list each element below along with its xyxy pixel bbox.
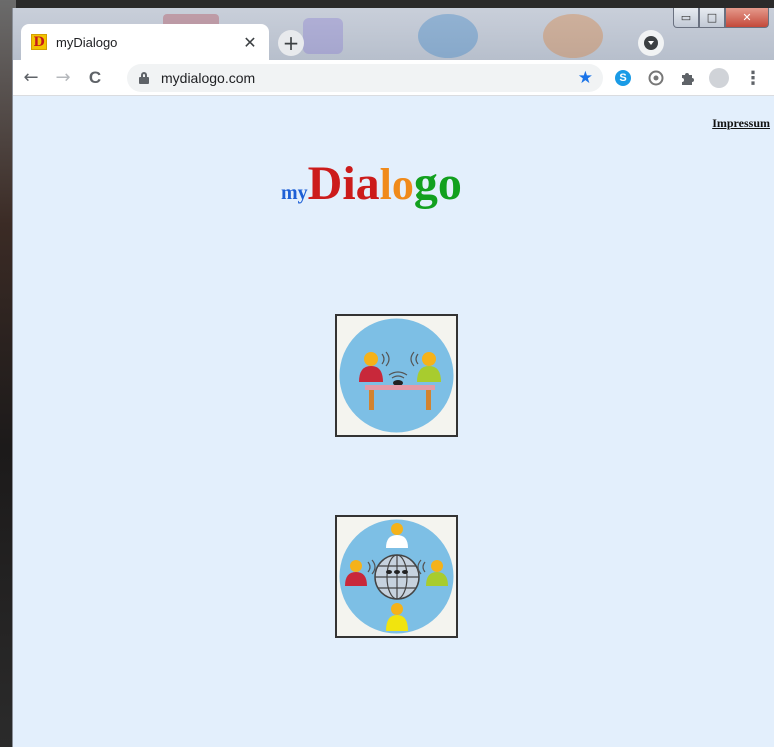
table-dialog-button[interactable] [335, 314, 458, 437]
extensions-puzzle-icon[interactable] [677, 68, 697, 88]
taskbar-blur [418, 14, 478, 58]
tab-close-icon[interactable]: ✕ [241, 33, 259, 52]
table-dialog-icon [339, 318, 454, 433]
taskbar-blur [303, 18, 343, 54]
logo-my: my [281, 182, 308, 204]
forward-button[interactable]: → [49, 64, 77, 92]
privacy-extension-icon[interactable] [646, 68, 666, 88]
world-dialog-icon [339, 519, 454, 634]
reload-button[interactable]: C [81, 64, 109, 92]
tab-title: myDialogo [56, 34, 118, 50]
profile-avatar-icon[interactable] [709, 68, 729, 88]
maximize-button[interactable]: □ [699, 8, 725, 28]
back-button[interactable]: ← [17, 64, 45, 92]
title-bar: D myDialogo ✕ + ▭ □ ✕ [13, 8, 774, 60]
logo-go: go [413, 157, 462, 210]
browser-menu-icon[interactable]: ⋮ [743, 68, 763, 89]
tab-search-button[interactable] [638, 30, 664, 56]
browser-window: D myDialogo ✕ + ▭ □ ✕ ← → C mydialogo.co… [12, 8, 774, 747]
skype-extension-icon[interactable]: S [613, 68, 633, 88]
site-favicon-icon: D [31, 34, 47, 50]
impressum-link[interactable]: Impressum [712, 116, 770, 131]
minimize-button[interactable]: ▭ [673, 8, 699, 28]
browser-toolbar: ← → C mydialogo.com ★ S ⋮ [13, 60, 774, 96]
browser-tab[interactable]: D myDialogo ✕ [21, 24, 269, 60]
close-window-button[interactable]: ✕ [725, 8, 769, 28]
skype-letter: S [615, 70, 631, 86]
logo-lo: lo [379, 160, 414, 209]
lock-icon [139, 72, 149, 84]
logo-dia: Dia [307, 157, 380, 210]
world-dialog-button[interactable] [335, 515, 458, 638]
bookmark-star-icon[interactable]: ★ [578, 68, 593, 88]
new-tab-button[interactable]: + [278, 30, 304, 56]
page-content: Impressum myDialogo [13, 96, 774, 747]
address-bar[interactable]: mydialogo.com ★ [127, 64, 603, 92]
taskbar-blur [543, 14, 603, 58]
site-logo: myDialogo [281, 156, 462, 216]
chevron-down-icon [644, 36, 658, 50]
window-controls: ▭ □ ✕ [673, 8, 769, 28]
url-text: mydialogo.com [161, 70, 256, 86]
